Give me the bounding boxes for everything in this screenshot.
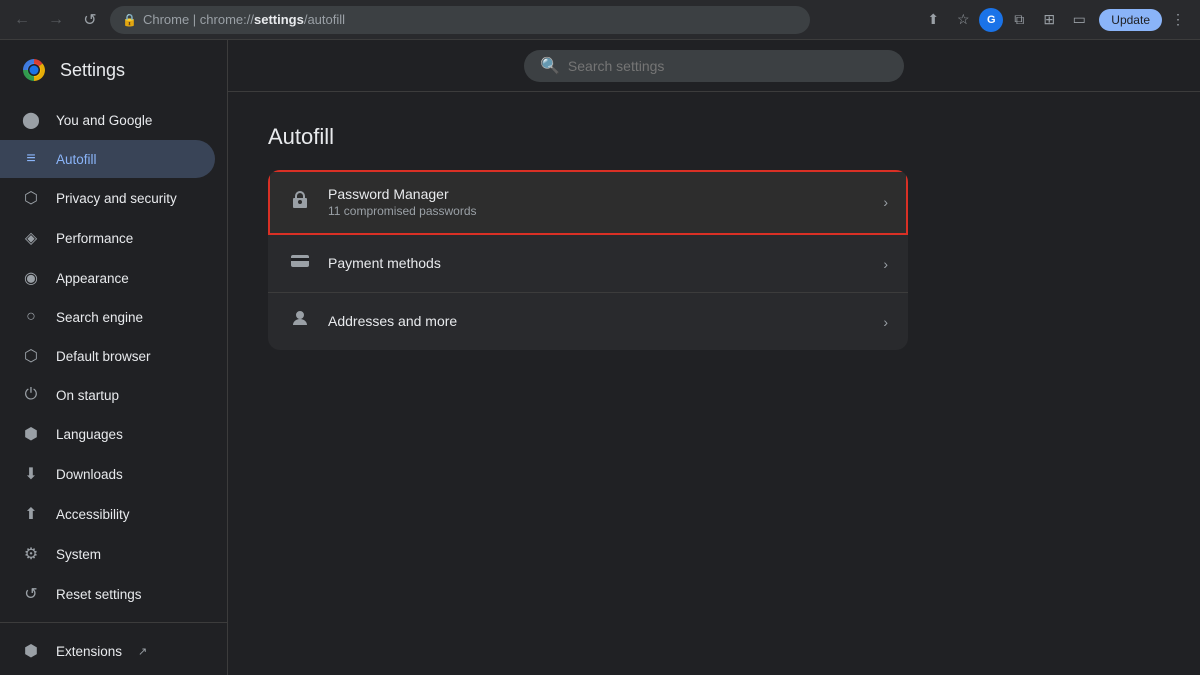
content-area: Autofill Password Manager 11 compromised … — [228, 92, 1200, 675]
url-text: Chrome | chrome://settings/autofill — [143, 12, 345, 27]
sidebar-label-accessibility: Accessibility — [56, 507, 130, 522]
more-button[interactable]: ⋮ — [1164, 6, 1192, 34]
sidebar-label-extensions: Extensions — [56, 644, 122, 659]
sidebar-label-you-and-google: You and Google — [56, 113, 152, 128]
addresses-icon — [288, 309, 312, 334]
on-startup-icon: ⏻ — [20, 386, 42, 404]
password-manager-icon — [288, 190, 312, 215]
share-button[interactable]: ⬆ — [919, 6, 947, 34]
payment-methods-title: Payment methods — [328, 255, 867, 271]
sidebar-label-search-engine: Search engine — [56, 310, 143, 325]
sidebar-item-you-and-google[interactable]: ⬤ You and Google — [0, 100, 215, 140]
sidebar-title: Settings — [60, 60, 125, 81]
sidebar-item-privacy-security[interactable]: ⬡ Privacy and security — [0, 178, 215, 218]
sidebar-label-downloads: Downloads — [56, 467, 123, 482]
sidebar-bottom-items: ⬢ Extensions ↗ ℹAbout Chrome — [0, 631, 227, 675]
settings-row-addresses[interactable]: Addresses and more › — [268, 293, 908, 350]
sidebar-label-on-startup: On startup — [56, 388, 119, 403]
toolbar-icons: ⬆ ☆ G ⧉ ⊞ ▭ Update ⋮ — [919, 6, 1192, 34]
forward-button[interactable]: → — [42, 6, 70, 34]
addresses-text: Addresses and more — [328, 313, 867, 331]
main-layout: Settings ⬤ You and Google ≡ Autofill ⬡ Privac… — [0, 40, 1200, 675]
sidebar-item-search-engine[interactable]: ○ Search engine — [0, 298, 215, 336]
settings-header: 🔍 — [228, 40, 1200, 92]
downloads-icon: ⬇ — [20, 464, 42, 484]
appearance-icon: ◉ — [20, 268, 42, 288]
back-button[interactable]: ← — [8, 6, 36, 34]
sidebar-divider — [0, 622, 227, 623]
sidebar-item-appearance[interactable]: ◉ Appearance — [0, 258, 215, 298]
sidebar-item-on-startup[interactable]: ⏻ On startup — [0, 376, 215, 414]
reset-settings-icon: ↺ — [20, 584, 42, 604]
search-input[interactable] — [568, 58, 888, 74]
reload-button[interactable]: ↺ — [76, 6, 104, 34]
settings-row-password-manager[interactable]: Password Manager 11 compromised passwords… — [268, 170, 908, 235]
settings-card: Password Manager 11 compromised passwords… — [268, 170, 908, 350]
sidebar-items: ⬤ You and Google ≡ Autofill ⬡ Privacy and sec… — [0, 100, 227, 614]
puzzle-button[interactable]: ⊞ — [1035, 6, 1063, 34]
sidebar-item-extensions[interactable]: ⬢ Extensions ↗ — [0, 631, 215, 671]
lock-icon: 🔒 — [122, 13, 137, 27]
accessibility-icon: ⬆ — [20, 504, 42, 524]
autofill-icon: ≡ — [20, 150, 42, 168]
sidebar-item-about-chrome[interactable]: ℹAbout Chrome — [0, 671, 215, 675]
sidebar-item-accessibility[interactable]: ⬆ Accessibility — [0, 494, 215, 534]
sidebar-label-performance: Performance — [56, 231, 133, 246]
languages-icon: ⬢ — [20, 424, 42, 444]
sidebar-item-performance[interactable]: ◈ Performance — [0, 218, 215, 258]
external-link-icon: ↗ — [138, 645, 147, 658]
sidebar-header: Settings — [0, 40, 227, 100]
sidebar-item-downloads[interactable]: ⬇ Downloads — [0, 454, 215, 494]
password-manager-subtitle: 11 compromised passwords — [328, 204, 867, 218]
sidebar-item-default-browser[interactable]: ⬡ Default browser — [0, 336, 215, 376]
sidebar-label-privacy-security: Privacy and security — [56, 191, 177, 206]
sidebar-label-languages: Languages — [56, 427, 123, 442]
settings-row-payment-methods[interactable]: Payment methods › — [268, 235, 908, 293]
performance-icon: ◈ — [20, 228, 42, 248]
default-browser-icon: ⬡ — [20, 346, 42, 366]
extensions-icon: ⬢ — [20, 641, 42, 661]
password-manager-text: Password Manager 11 compromised passwords — [328, 186, 867, 218]
payment-methods-text: Payment methods — [328, 255, 867, 273]
settings-content-wrapper: 🔍 Autofill Password Manager 11 compromise… — [228, 40, 1200, 675]
you-and-google-icon: ⬤ — [20, 110, 42, 130]
sidebar-item-languages[interactable]: ⬢ Languages — [0, 414, 215, 454]
addresses-chevron-icon: › — [883, 314, 888, 330]
page-title: Autofill — [268, 124, 1160, 150]
sidebar-label-autofill: Autofill — [56, 152, 97, 167]
sidebar-item-reset-settings[interactable]: ↺ Reset settings — [0, 574, 215, 614]
password-manager-chevron-icon: › — [883, 194, 888, 210]
chrome-logo-icon — [20, 56, 48, 84]
bookmark-button[interactable]: ☆ — [949, 6, 977, 34]
sidebar-label-reset-settings: Reset settings — [56, 587, 142, 602]
sidebar-item-system[interactable]: ⚙ System — [0, 534, 215, 574]
sidebar-label-appearance: Appearance — [56, 271, 129, 286]
sidebar-label-default-browser: Default browser — [56, 349, 151, 364]
extension-button[interactable]: ⧉ — [1005, 6, 1033, 34]
sidebar-label-system: System — [56, 547, 101, 562]
privacy-security-icon: ⬡ — [20, 188, 42, 208]
profile-avatar[interactable]: G — [979, 8, 1003, 32]
password-manager-title: Password Manager — [328, 186, 867, 202]
sidebar-item-autofill[interactable]: ≡ Autofill — [0, 140, 215, 178]
browser-bar: ← → ↺ 🔒 Chrome | chrome://settings/autof… — [0, 0, 1200, 40]
update-button[interactable]: Update — [1099, 9, 1162, 31]
search-icon: 🔍 — [540, 56, 560, 76]
search-engine-icon: ○ — [20, 308, 42, 326]
system-icon: ⚙ — [20, 544, 42, 564]
payment-methods-chevron-icon: › — [883, 256, 888, 272]
window-button[interactable]: ▭ — [1065, 6, 1093, 34]
payment-methods-icon — [288, 251, 312, 276]
sidebar: Settings ⬤ You and Google ≡ Autofill ⬡ Privac… — [0, 40, 228, 675]
address-bar[interactable]: 🔒 Chrome | chrome://settings/autofill — [110, 6, 810, 34]
addresses-title: Addresses and more — [328, 313, 867, 329]
